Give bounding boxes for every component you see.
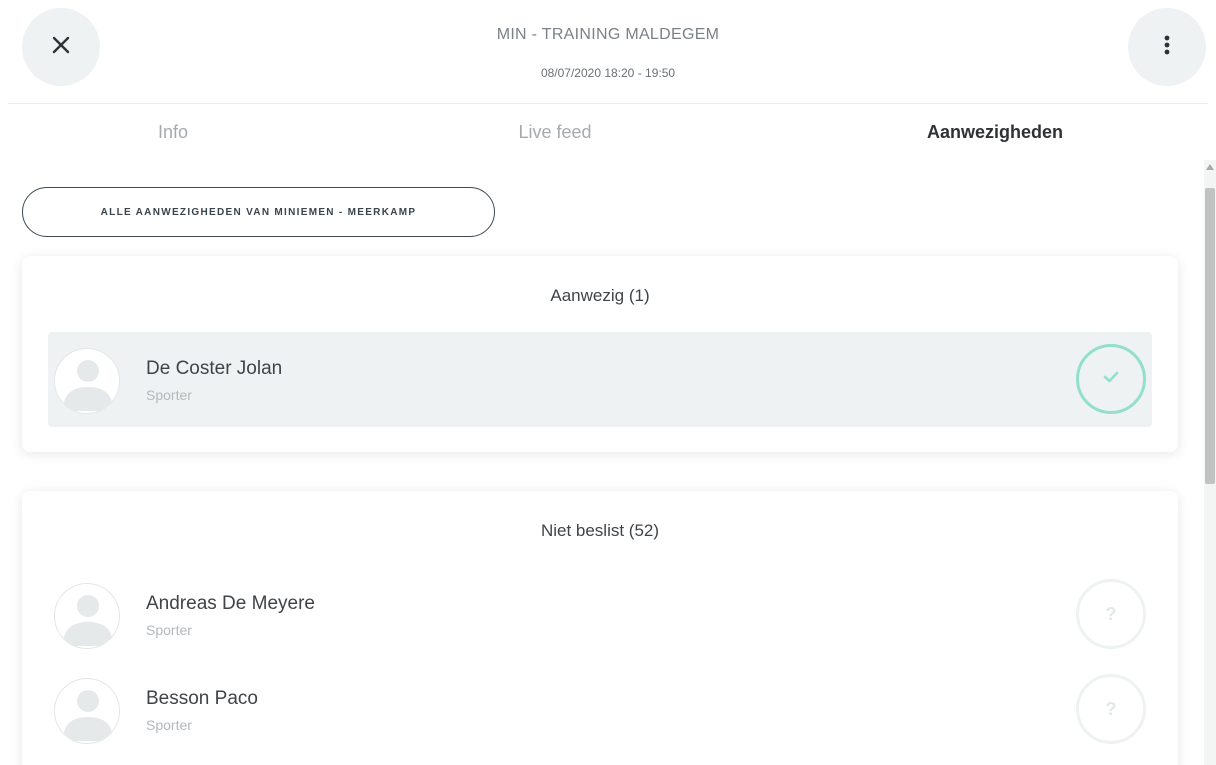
scrollbar[interactable] [1204, 160, 1216, 765]
member-name: De Coster Jolan [146, 358, 283, 379]
person-icon [63, 595, 113, 646]
person-icon [63, 360, 113, 411]
list-item[interactable]: Besson Paco Sporter ? [48, 662, 1152, 757]
undecided-card: Niet beslist (52) Andreas De Meyere Spor… [22, 491, 1178, 765]
avatar [54, 583, 120, 649]
attendance-page: MIN - TRAINING MALDEGEM 08/07/2020 18:20… [0, 0, 1216, 765]
question-mark-icon: ? [1105, 698, 1117, 719]
header-divider [8, 103, 1208, 104]
event-title: MIN - TRAINING MALDEGEM [496, 26, 720, 43]
member-role: Sporter [146, 622, 192, 638]
member-role: Sporter [146, 717, 192, 733]
tab-info[interactable]: Info [100, 122, 246, 143]
all-attendance-button[interactable]: ALLE AANWEZIGHEDEN VAN MINIEMEN - MEERKA… [22, 187, 495, 237]
list-item[interactable]: De Coster Jolan Sporter [48, 332, 1152, 427]
more-vertical-icon [1163, 34, 1171, 61]
question-mark-icon: ? [1105, 603, 1117, 624]
check-icon [1102, 370, 1120, 389]
event-header: MIN - TRAINING MALDEGEM 08/07/2020 18:20… [0, 0, 1216, 104]
more-options-button[interactable] [1128, 8, 1206, 86]
avatar [54, 678, 120, 744]
member-role: Sporter [146, 387, 192, 403]
tab-live-feed[interactable]: Live feed [480, 122, 630, 143]
undecided-heading: Niet beslist (52) [540, 521, 660, 540]
tab-attendance[interactable]: Aanwezigheden [880, 122, 1110, 143]
present-heading: Aanwezig (1) [550, 286, 650, 305]
member-name: Andreas De Meyere [146, 593, 315, 614]
scrollbar-thumb[interactable] [1205, 188, 1215, 484]
event-datetime: 08/07/2020 18:20 - 19:50 [540, 66, 676, 80]
member-name: Besson Paco [146, 688, 258, 709]
undecided-status-button[interactable]: ? [1076, 674, 1146, 744]
undecided-status-button[interactable]: ? [1076, 579, 1146, 649]
present-card: Aanwezig (1) De Coster Jolan Sporter [22, 256, 1178, 452]
list-item[interactable]: Andreas De Meyere Sporter ? [48, 567, 1152, 662]
avatar [54, 348, 120, 414]
scroll-up-arrow-icon[interactable] [1206, 164, 1214, 170]
person-icon [63, 690, 113, 741]
present-status-button[interactable] [1076, 344, 1146, 414]
